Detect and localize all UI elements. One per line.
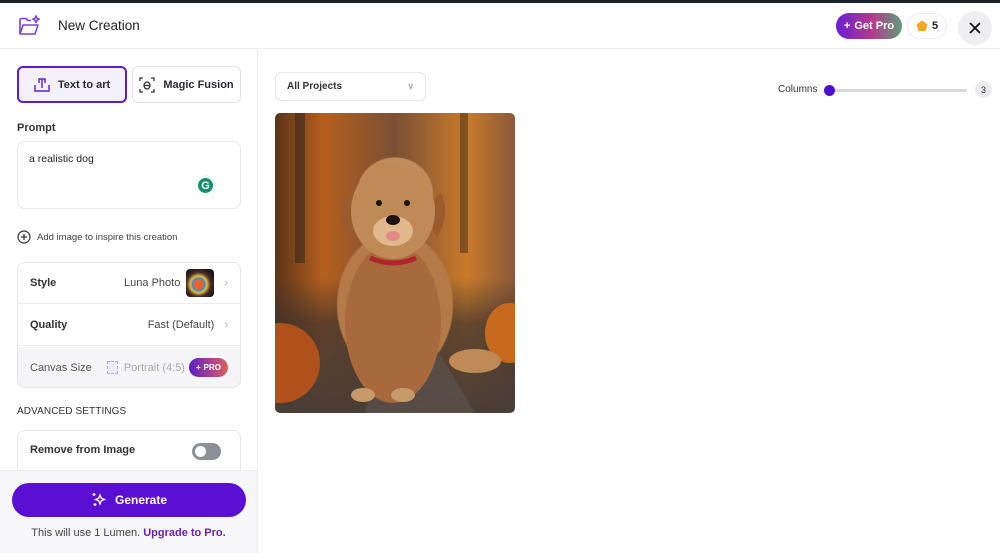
prompt-input[interactable]: a realistic dog G: [17, 141, 241, 209]
chevron-right-icon: ›: [224, 319, 228, 331]
page-title: New Creation: [58, 18, 140, 33]
plus-icon: +: [843, 20, 851, 32]
advanced-settings-heading: ADVANCED SETTINGS: [17, 406, 127, 417]
lumen-cost-text: This will use 1 Lumen.: [31, 527, 141, 539]
sidebar-footer: Generate This will use 1 Lumen. Upgrade …: [0, 470, 257, 553]
grammarly-icon[interactable]: G: [196, 176, 215, 195]
chevron-right-icon: ›: [224, 277, 228, 289]
upgrade-to-pro-link[interactable]: Upgrade to Pro.: [143, 527, 226, 539]
generate-button[interactable]: Generate: [12, 483, 246, 517]
sparkle-icon: [92, 493, 107, 506]
close-icon: [969, 22, 981, 34]
chevron-down-icon: ∨: [407, 81, 414, 91]
lumen-gem-icon: [916, 20, 928, 31]
add-image-button[interactable]: Add image to inspire this creation: [17, 230, 177, 244]
toggle-knob: [195, 446, 206, 457]
portrait-frame-icon: [106, 361, 118, 374]
add-image-label: Add image to inspire this creation: [37, 231, 178, 243]
style-label: Style: [30, 277, 57, 289]
lumen-cost-note: This will use 1 Lumen. Upgrade to Pro.: [0, 527, 257, 539]
columns-value: 3: [975, 81, 992, 98]
tab-label: Text to art: [57, 78, 111, 91]
text-art-icon: [34, 77, 50, 92]
add-circle-icon: [17, 230, 31, 244]
projects-dropdown[interactable]: All Projects ∨: [275, 72, 426, 101]
style-thumbnail: [186, 269, 215, 297]
prompt-label: Prompt: [17, 122, 56, 134]
lumens-count: 5: [931, 20, 939, 32]
pro-badge[interactable]: + PRO: [188, 358, 228, 377]
canvas-size-row[interactable]: Canvas Size Portrait (4:5) + PRO: [18, 347, 240, 387]
quality-label: Quality: [30, 319, 68, 331]
canvas-size-label: Canvas Size: [30, 361, 92, 374]
pro-badge-label: PRO: [203, 363, 221, 372]
creation-sidebar: Text to art Magic Fusion Prompt a realis…: [0, 50, 258, 553]
get-pro-button[interactable]: + Get Pro: [836, 13, 902, 39]
remove-from-image-toggle[interactable]: [192, 443, 221, 460]
prompt-text: a realistic dog: [29, 153, 94, 165]
generated-image[interactable]: [275, 113, 515, 413]
columns-slider-track[interactable]: [827, 89, 967, 92]
columns-label: Columns: [778, 84, 818, 95]
lumens-balance[interactable]: 5: [907, 13, 947, 39]
folder-sparkle-icon: [19, 15, 40, 35]
quality-row[interactable]: Quality Fast (Default) ›: [18, 305, 240, 346]
plus-icon: +: [195, 363, 201, 372]
close-button[interactable]: [958, 11, 992, 45]
style-value: Luna Photo: [124, 277, 181, 289]
get-pro-label: Get Pro: [854, 20, 895, 32]
settings-card: Style Luna Photo › Quality Fast (Default…: [17, 262, 241, 388]
canvas-size-value: Portrait (4:5): [123, 361, 185, 374]
style-row[interactable]: Style Luna Photo ›: [18, 263, 240, 304]
dog-image-illustration: [275, 113, 515, 413]
app-header: New Creation + Get Pro 5: [0, 3, 1000, 49]
remove-from-image-label: Remove from Image: [30, 444, 136, 456]
magic-fusion-icon: [139, 76, 156, 93]
tab-text-to-art[interactable]: Text to art: [17, 66, 127, 103]
columns-slider-handle[interactable]: [824, 85, 835, 96]
gallery-area: All Projects ∨ Columns 3: [259, 50, 1000, 553]
projects-selected: All Projects: [287, 81, 343, 92]
tab-label: Magic Fusion: [163, 78, 234, 91]
quality-value: Fast (Default): [147, 319, 215, 331]
tab-magic-fusion[interactable]: Magic Fusion: [132, 66, 241, 103]
generate-label: Generate: [114, 493, 168, 507]
